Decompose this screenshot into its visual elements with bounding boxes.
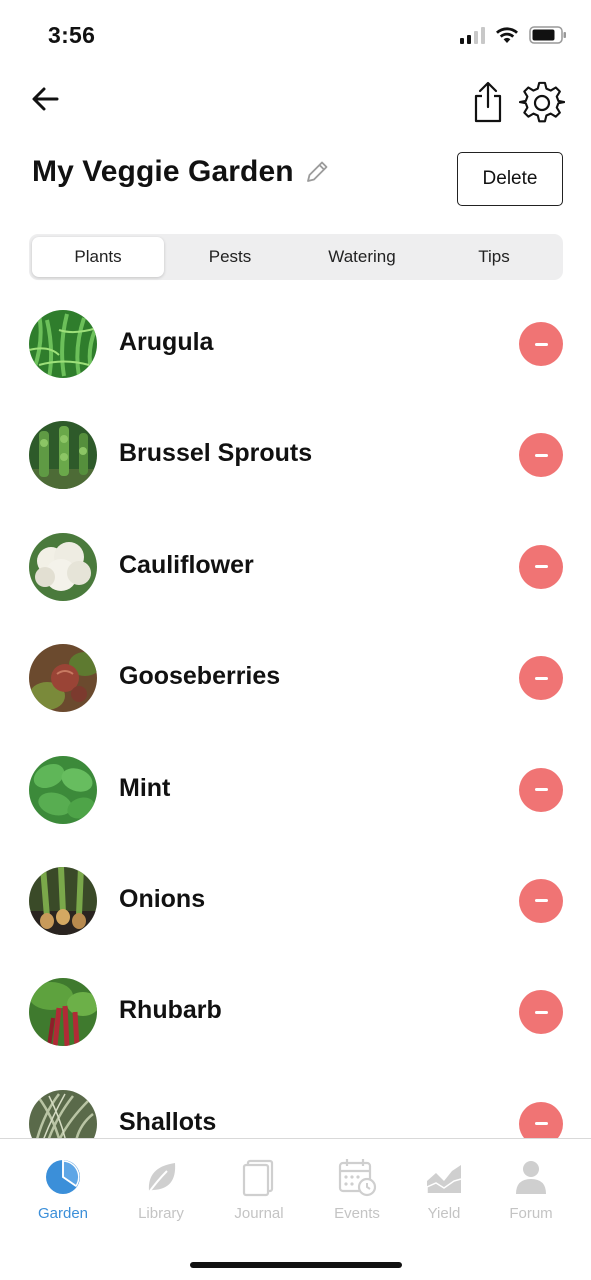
list-item[interactable]: Cauliflower <box>0 523 591 634</box>
list-item[interactable]: Shallots <box>0 1080 591 1138</box>
remove-button[interactable] <box>519 656 563 701</box>
plant-name: Arugula <box>119 328 214 356</box>
gear-icon <box>518 81 566 123</box>
list-item[interactable]: Brussel Sprouts <box>0 411 591 522</box>
share-icon <box>474 81 502 123</box>
tab-pests[interactable]: Pests <box>164 237 296 277</box>
title-row: My Veggie Garden <box>32 155 332 189</box>
remove-button[interactable] <box>519 990 563 1035</box>
remove-button[interactable] <box>519 544 563 589</box>
tab-tips[interactable]: Tips <box>428 237 560 277</box>
status-time: 3:56 <box>48 22 96 48</box>
minus-icon <box>534 676 548 680</box>
minus-icon <box>534 788 548 792</box>
battery-icon <box>529 26 566 44</box>
list-item[interactable]: Arugula <box>0 300 591 411</box>
remove-button[interactable] <box>519 433 563 478</box>
bottom-tab-bar: Garden Library Journal Events Yield Foru… <box>0 1138 591 1280</box>
plant-thumbnail <box>29 644 97 713</box>
tabbar-item-garden[interactable]: Garden <box>17 1157 109 1222</box>
calendar-clock-icon <box>338 1159 377 1197</box>
tabbar-item-events[interactable]: Events <box>311 1157 403 1222</box>
plant-thumbnail <box>29 310 97 378</box>
minus-icon <box>534 453 548 457</box>
tabbar-item-yield[interactable]: Yield <box>398 1157 490 1222</box>
pie-chart-icon <box>46 1160 80 1194</box>
arrow-left-icon <box>32 87 59 111</box>
home-indicator <box>190 1262 402 1268</box>
delete-button[interactable]: Delete <box>457 152 563 206</box>
tab-plants[interactable]: Plants <box>32 237 164 277</box>
back-button[interactable] <box>26 80 66 120</box>
leaf-icon <box>146 1163 176 1196</box>
tabbar-label: Library <box>138 1205 184 1222</box>
plant-thumbnail <box>29 421 97 490</box>
minus-icon <box>534 342 548 346</box>
plant-thumbnail <box>29 866 97 935</box>
wifi-icon <box>496 27 518 43</box>
plant-name: Rhubarb <box>119 996 222 1025</box>
remove-button[interactable] <box>519 322 563 366</box>
plant-thumbnail <box>29 532 97 601</box>
share-button[interactable] <box>470 80 506 124</box>
journal-icon <box>242 1159 274 1197</box>
settings-button[interactable] <box>518 80 566 126</box>
pencil-icon[interactable] <box>302 157 332 187</box>
area-chart-icon <box>426 1165 462 1193</box>
list-item[interactable]: Gooseberries <box>0 634 591 745</box>
plant-name: Gooseberries <box>119 662 281 691</box>
person-icon <box>516 1161 546 1194</box>
plant-thumbnail <box>29 755 97 824</box>
minus-icon <box>534 899 548 903</box>
status-bar: 3:56 <box>0 0 591 70</box>
tabbar-label: Journal <box>234 1205 284 1222</box>
minus-icon <box>534 1010 548 1014</box>
remove-button[interactable] <box>519 878 563 923</box>
minus-icon <box>534 565 548 569</box>
plant-name: Brussel Sprouts <box>119 439 313 468</box>
plant-name: Mint <box>119 773 171 802</box>
plant-name: Cauliflower <box>119 550 254 579</box>
tabbar-item-forum[interactable]: Forum <box>485 1157 577 1222</box>
cellular-signal-icon <box>460 26 485 44</box>
tabbar-label: Garden <box>37 1205 89 1222</box>
plant-thumbnail <box>29 978 97 1047</box>
tabbar-label: Events <box>334 1205 380 1222</box>
plant-name: Shallots <box>119 1107 217 1136</box>
tabbar-item-library[interactable]: Library <box>115 1157 207 1222</box>
page-title: My Veggie Garden <box>32 155 294 188</box>
list-item[interactable]: Rhubarb <box>0 968 591 1079</box>
tabbar-label: Yield <box>427 1205 461 1222</box>
plant-name: Onions <box>119 884 206 913</box>
segmented-tabs: Plants Pests Watering Tips <box>29 234 563 280</box>
tabbar-label: Forum <box>509 1205 553 1222</box>
remove-button[interactable] <box>519 1101 563 1138</box>
status-icons <box>460 26 567 44</box>
minus-icon <box>534 1122 548 1126</box>
plant-list[interactable]: Arugula Brussel Sprouts Cauliflower Goos… <box>0 300 591 1138</box>
remove-button[interactable] <box>519 767 563 812</box>
plant-thumbnail <box>29 1089 97 1138</box>
list-item[interactable]: Onions <box>0 857 591 968</box>
list-item[interactable]: Mint <box>0 746 591 857</box>
tab-watering[interactable]: Watering <box>296 237 428 277</box>
tabbar-item-journal[interactable]: Journal <box>213 1157 305 1222</box>
